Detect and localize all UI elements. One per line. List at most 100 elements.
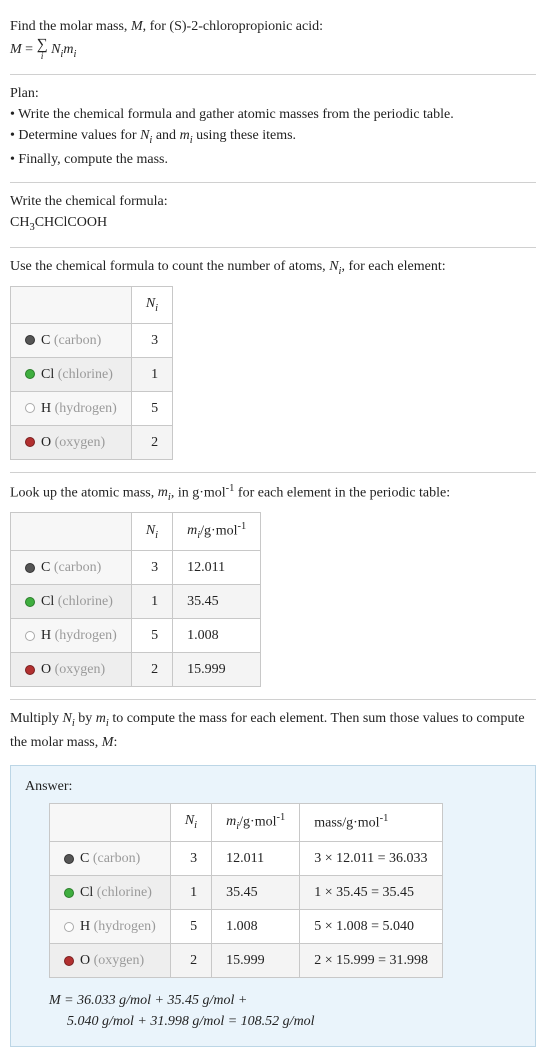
answer-title: Answer: [25,776,521,797]
element-cell: C (carbon) [11,323,132,357]
ni-cell: 5 [170,909,211,943]
element-symbol: H [41,401,51,416]
carbon-dot-icon [64,854,74,864]
element-cell: C (carbon) [11,550,132,584]
ni-cell: 3 [131,323,172,357]
element-name: (carbon) [54,560,101,575]
element-name: (chlorine) [58,594,113,609]
element-name: (chlorine) [58,367,113,382]
element-name: (carbon) [54,333,101,348]
table-header-blank [11,512,132,550]
element-symbol: O [80,953,90,968]
ni-cell: 1 [131,357,172,391]
var-mi: mi [180,128,193,143]
element-cell: O (oxygen) [11,425,132,459]
final-equation-line2: 5.040 g/mol + 31.998 g/mol = 108.52 g/mo… [67,1011,521,1032]
var-Ni: Ni [51,42,63,57]
plan-bullet: • Finally, compute the mass. [10,149,536,170]
var-Ni: Ni [140,128,152,143]
table-row: Cl (chlorine)135.451 × 35.45 = 35.45 [50,875,443,909]
table-row: Cl (chlorine)135.45 [11,584,261,618]
table-header-mi: mi/g·mol-1 [173,512,261,550]
mass-cell: 3 × 12.011 = 36.033 [300,841,443,875]
chemical-formula-section: Write the chemical formula: CH3CHClCOOH [10,183,536,249]
text: Find the molar mass, [10,19,131,34]
mi-cell: 1.008 [173,618,261,652]
table-row: H (hydrogen)51.008 [11,618,261,652]
table-row: H (hydrogen) 51.0085 × 1.008 = 5.040 [50,909,443,943]
table-row: C (carbon)312.011 [11,550,261,584]
element-name: (oxygen) [55,662,106,677]
ni-cell: 3 [170,841,211,875]
var-Ni: Ni [63,711,75,726]
hydrogen-dot-icon [64,922,74,932]
ni-cell: 5 [131,618,172,652]
element-name: (carbon) [93,851,140,866]
mass-cell: 1 × 35.45 = 35.45 [300,875,443,909]
element-symbol: C [80,851,89,866]
oxygen-dot-icon [25,437,35,447]
element-cell: C (carbon) [50,841,171,875]
element-name: (hydrogen) [94,919,156,934]
text: Multiply [10,711,63,726]
plan-section: Plan: • Write the chemical formula and g… [10,75,536,183]
oxygen-dot-icon [25,665,35,675]
element-cell: O (oxygen) [50,943,171,977]
element-symbol: H [80,919,90,934]
element-cell: H (hydrogen) [11,391,132,425]
plan-title: Plan: [10,83,536,104]
element-symbol: C [41,560,50,575]
atomic-mass-table: Ni mi/g·mol-1 C (carbon)312.011Cl (chlor… [10,512,261,687]
answer-box: Answer: Ni mi/g·mol-1 mass/g·mol-1 C (ca… [10,765,536,1047]
chlorine-dot-icon [64,888,74,898]
ni-cell: 2 [131,652,172,686]
mass-cell: 5 × 1.008 = 5.040 [300,909,443,943]
table-row: O (oxygen)215.9992 × 15.999 = 31.998 [50,943,443,977]
table-header-mi: mi/g·mol-1 [212,803,300,841]
text: by [75,711,96,726]
table-header-blank [50,803,171,841]
element-symbol: O [41,435,51,450]
mi-cell: 35.45 [212,875,300,909]
var-M: M [10,42,22,57]
mi-cell: 15.999 [212,943,300,977]
oxygen-dot-icon [64,956,74,966]
table-header-blank [11,287,132,324]
table-header-ni: Ni [170,803,211,841]
text: Use the chemical formula to count the nu… [10,259,329,274]
table-row: C (carbon)312.0113 × 12.011 = 36.033 [50,841,443,875]
table-row: O (oxygen)2 [11,425,173,459]
element-name: (hydrogen) [55,401,117,416]
element-cell: O (oxygen) [11,652,132,686]
section-title: Look up the atomic mass, mi, in g·mol-1 … [10,481,536,506]
element-symbol: Cl [80,885,93,900]
ni-cell: 1 [170,875,211,909]
molar-mass-equation: M = ∑i Nimi [10,37,536,62]
element-cell: H (hydrogen) [11,618,132,652]
text: CHClCOOH [35,215,107,230]
mi-cell: 12.011 [212,841,300,875]
element-cell: Cl (chlorine) [11,584,132,618]
table-row: H (hydrogen)5 [11,391,173,425]
text: , in g·mol [171,485,226,500]
table-header-row: Ni mi/g·mol-1 [11,512,261,550]
element-cell: Cl (chlorine) [11,357,132,391]
final-equation-line1: M = 36.033 g/mol + 35.45 g/mol + [49,990,521,1011]
mi-cell: 35.45 [173,584,261,618]
element-symbol: H [41,628,51,643]
mass-cell: 2 × 15.999 = 31.998 [300,943,443,977]
element-symbol: Cl [41,594,54,609]
chemical-formula: CH3CHClCOOH [10,212,536,236]
section-title: Use the chemical formula to count the nu… [10,256,536,280]
atom-count-section: Use the chemical formula to count the nu… [10,248,536,472]
section-title: Write the chemical formula: [10,191,536,212]
text: for each element in the periodic table: [234,485,450,500]
plan-bullet: • Determine values for Ni and mi using t… [10,125,536,149]
plan-bullet: • Write the chemical formula and gather … [10,104,536,125]
mi-cell: 1.008 [212,909,300,943]
ni-cell: 3 [131,550,172,584]
chlorine-dot-icon [25,597,35,607]
element-name: (hydrogen) [55,628,117,643]
mi-cell: 12.011 [173,550,261,584]
element-name: (oxygen) [94,953,145,968]
